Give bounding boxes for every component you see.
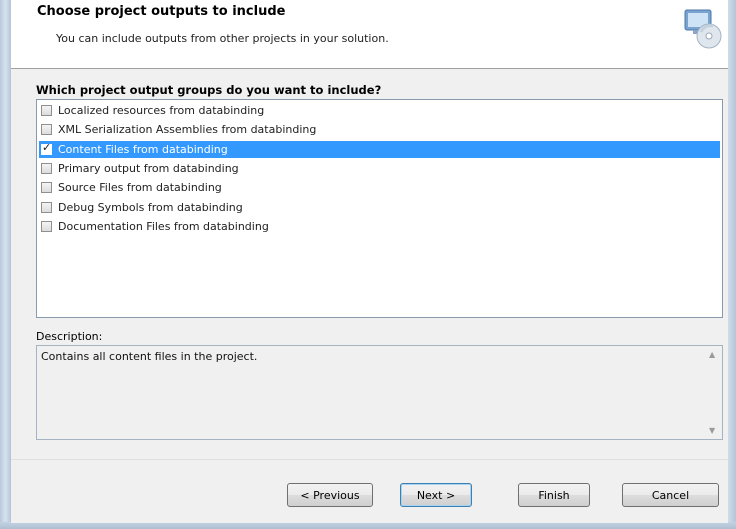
scroll-up-icon[interactable]: ▲ xyxy=(709,350,715,359)
list-item[interactable]: Localized resources from databinding xyxy=(39,102,720,119)
description-scrollbar[interactable]: ▲ ▼ xyxy=(705,346,722,439)
list-item[interactable]: Primary output from databinding xyxy=(39,160,720,177)
wizard-footer: < Previous Next > Finish Cancel xyxy=(11,459,728,523)
list-item-label: Primary output from databinding xyxy=(58,162,239,175)
cancel-button[interactable]: Cancel xyxy=(622,483,719,507)
checkbox[interactable] xyxy=(41,105,52,116)
scroll-down-icon[interactable]: ▼ xyxy=(709,426,715,435)
list-item-label: XML Serialization Assemblies from databi… xyxy=(58,123,317,136)
output-groups-list[interactable]: Localized resources from databinding XML… xyxy=(36,99,723,318)
wizard-body: Which project output groups do you want … xyxy=(11,69,728,459)
description-box: Contains all content files in the projec… xyxy=(36,345,723,440)
list-item-selected[interactable]: ✓ Content Files from databinding xyxy=(39,141,720,158)
wizard-dialog: Choose project outputs to include You ca… xyxy=(11,0,728,523)
checkbox[interactable] xyxy=(41,221,52,232)
next-button[interactable]: Next > xyxy=(400,483,472,507)
wizard-header: Choose project outputs to include You ca… xyxy=(11,0,728,69)
list-item-label: Debug Symbols from databinding xyxy=(58,201,243,214)
list-item[interactable]: XML Serialization Assemblies from databi… xyxy=(39,121,720,138)
list-item-label: Localized resources from databinding xyxy=(58,104,265,117)
description-text: Contains all content files in the projec… xyxy=(41,350,258,363)
list-item-label: Documentation Files from databinding xyxy=(58,220,269,233)
window-frame-bottom xyxy=(0,522,736,529)
list-item[interactable]: Source Files from databinding xyxy=(39,179,720,196)
list-item[interactable]: Documentation Files from databinding xyxy=(39,218,720,235)
checkbox[interactable] xyxy=(41,124,52,135)
setup-wizard-icon xyxy=(679,6,723,50)
checkmark-icon: ✓ xyxy=(42,141,52,154)
page-subtitle: You can include outputs from other proje… xyxy=(56,32,389,45)
list-item-label: Content Files from databinding xyxy=(58,143,228,156)
checkbox-checked[interactable]: ✓ xyxy=(41,141,52,155)
finish-button[interactable]: Finish xyxy=(518,483,590,507)
window-frame-right xyxy=(728,0,736,529)
checkbox[interactable] xyxy=(41,202,52,213)
window-frame-left xyxy=(0,0,11,529)
description-label: Description: xyxy=(36,330,103,343)
page-title: Choose project outputs to include xyxy=(37,4,286,19)
list-item[interactable]: Debug Symbols from databinding xyxy=(39,199,720,216)
checkbox[interactable] xyxy=(41,182,52,193)
checkbox[interactable] xyxy=(41,163,52,174)
list-item-label: Source Files from databinding xyxy=(58,181,222,194)
output-groups-question: Which project output groups do you want … xyxy=(36,83,382,97)
previous-button[interactable]: < Previous xyxy=(287,483,373,507)
